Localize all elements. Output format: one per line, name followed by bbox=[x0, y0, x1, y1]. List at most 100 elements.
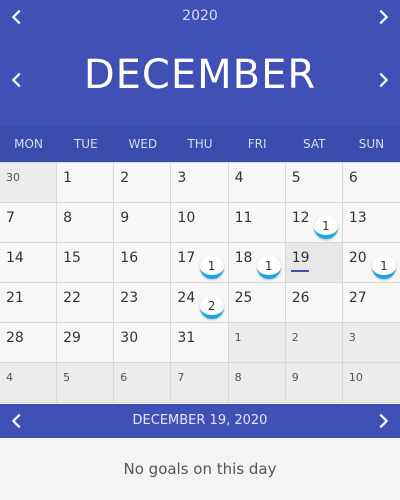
day-cell[interactable]: 31 bbox=[171, 323, 229, 363]
day-number: 6 bbox=[120, 371, 128, 384]
day-number: 20 bbox=[348, 250, 367, 266]
day-number: 15 bbox=[63, 250, 81, 266]
day-cell-outside-month[interactable]: 4 bbox=[0, 363, 58, 403]
day-number: 22 bbox=[63, 290, 81, 306]
day-cell[interactable]: 3 bbox=[171, 163, 229, 203]
day-number: 2 bbox=[120, 170, 130, 186]
goal-count-badge: 1 bbox=[256, 255, 281, 279]
day-cell[interactable]: 21 bbox=[0, 283, 58, 323]
next-month-chevron-right-icon[interactable] bbox=[372, 69, 394, 91]
day-cell[interactable]: 25 bbox=[228, 283, 286, 323]
calendar-day-grid: 30 1 2 3 4 5 6 7 8 9 10 11 12 1 13 14 15 16 17 1 18 1 19 20 1 21 2… bbox=[0, 162, 400, 403]
next-day-chevron-right-icon[interactable] bbox=[372, 410, 394, 432]
day-number: 8 bbox=[234, 371, 242, 384]
day-cell[interactable]: 9 bbox=[114, 203, 172, 243]
day-cell[interactable]: 1 bbox=[57, 163, 115, 203]
day-cell[interactable]: 5 bbox=[285, 163, 343, 203]
day-cell[interactable]: 22 bbox=[57, 283, 115, 323]
day-cell-outside-month[interactable]: 2 bbox=[285, 323, 343, 363]
selected-day-indicator bbox=[290, 270, 309, 272]
day-number: 9 bbox=[291, 371, 299, 384]
day-number: 3 bbox=[177, 170, 187, 186]
day-cell[interactable]: 11 bbox=[228, 203, 286, 243]
day-number: 14 bbox=[6, 250, 24, 266]
day-number: 29 bbox=[63, 330, 81, 346]
day-cell[interactable]: 16 bbox=[114, 243, 172, 283]
day-cell-outside-month[interactable]: 1 bbox=[228, 323, 286, 363]
day-number: 11 bbox=[234, 210, 253, 226]
year-navigator: 2020 bbox=[0, 0, 400, 36]
day-cell[interactable]: 8 bbox=[57, 203, 115, 243]
day-cell[interactable]: 17 1 bbox=[171, 243, 229, 283]
year-label: 2020 bbox=[182, 8, 218, 24]
day-number: 30 bbox=[6, 171, 20, 184]
weekday-header-row: MON TUE WED THU FRI SAT SUN bbox=[0, 126, 400, 162]
day-cell[interactable]: 7 bbox=[0, 203, 58, 243]
day-number: 28 bbox=[6, 330, 24, 346]
next-year-chevron-right-icon[interactable] bbox=[372, 6, 394, 28]
goal-count-badge: 2 bbox=[199, 295, 224, 319]
day-number: 17 bbox=[177, 250, 196, 266]
day-cell[interactable]: 24 2 bbox=[171, 283, 229, 323]
weekday-label: THU bbox=[187, 137, 213, 151]
day-number: 30 bbox=[120, 330, 139, 346]
day-number: 7 bbox=[177, 371, 185, 384]
day-number: 4 bbox=[234, 170, 244, 186]
day-number: 31 bbox=[177, 330, 196, 346]
day-number: 10 bbox=[348, 371, 363, 384]
day-cell[interactable]: 18 1 bbox=[228, 243, 286, 283]
day-cell-outside-month[interactable]: 7 bbox=[171, 363, 229, 403]
month-navigator: DECEMBER bbox=[0, 36, 400, 126]
day-cell-outside-month[interactable]: 6 bbox=[114, 363, 172, 403]
day-cell[interactable]: 29 bbox=[57, 323, 115, 363]
day-number: 1 bbox=[234, 331, 242, 344]
day-cell-outside-month[interactable]: 3 bbox=[342, 323, 400, 363]
day-cell[interactable]: 20 1 bbox=[342, 243, 400, 283]
day-number: 4 bbox=[6, 371, 13, 384]
day-number: 10 bbox=[177, 210, 196, 226]
day-cell-outside-month[interactable]: 8 bbox=[228, 363, 286, 403]
weekday-label: FRI bbox=[247, 137, 267, 151]
day-cell[interactable]: 26 bbox=[285, 283, 343, 323]
day-number: 1 bbox=[63, 170, 73, 186]
day-number: 25 bbox=[234, 290, 253, 306]
day-number: 5 bbox=[63, 371, 71, 384]
day-cell[interactable]: 28 bbox=[0, 323, 58, 363]
day-number: 12 bbox=[291, 210, 310, 226]
day-cell[interactable]: 30 bbox=[114, 323, 172, 363]
day-number: 21 bbox=[6, 290, 24, 306]
day-cell[interactable]: 10 bbox=[171, 203, 229, 243]
day-number: 2 bbox=[291, 331, 299, 344]
day-cell[interactable]: 13 bbox=[342, 203, 400, 243]
goal-count-badge: 1 bbox=[371, 255, 396, 279]
day-cell[interactable]: 4 bbox=[228, 163, 286, 203]
day-number: 5 bbox=[291, 170, 301, 186]
day-number: 27 bbox=[348, 290, 367, 306]
selected-date-bar: DECEMBER 19, 2020 bbox=[0, 404, 400, 438]
day-cell-selected[interactable]: 19 bbox=[285, 243, 343, 283]
day-cell[interactable]: 14 bbox=[0, 243, 58, 283]
day-cell[interactable]: 27 bbox=[342, 283, 400, 323]
goal-count-badge: 1 bbox=[199, 255, 224, 279]
day-number: 18 bbox=[234, 250, 253, 266]
day-cell-outside-month[interactable]: 30 bbox=[0, 163, 58, 203]
goal-calendar-app: 2020 DECEMBER MON TUE WED THU FRI SAT SU… bbox=[0, 0, 400, 486]
day-cell[interactable]: 23 bbox=[114, 283, 172, 323]
day-cell-outside-month[interactable]: 10 bbox=[342, 363, 400, 403]
day-cell[interactable]: 6 bbox=[342, 163, 400, 203]
weekday-label: MON bbox=[14, 137, 43, 151]
day-number: 6 bbox=[348, 170, 358, 186]
month-title: DECEMBER bbox=[83, 52, 317, 98]
goal-count-badge: 1 bbox=[313, 215, 338, 239]
day-number: 19 bbox=[291, 250, 310, 266]
day-cell-outside-month[interactable]: 9 bbox=[285, 363, 343, 403]
day-cell-outside-month[interactable]: 5 bbox=[57, 363, 115, 403]
day-cell[interactable]: 2 bbox=[114, 163, 172, 203]
weekday-label: SUN bbox=[358, 137, 385, 151]
day-cell[interactable]: 15 bbox=[57, 243, 115, 283]
weekday-label: TUE bbox=[73, 137, 98, 151]
calendar-header: 2020 DECEMBER MON TUE WED THU FRI SAT SU… bbox=[0, 0, 400, 162]
day-number: 23 bbox=[120, 290, 139, 306]
day-cell[interactable]: 12 1 bbox=[285, 203, 343, 243]
day-number: 8 bbox=[63, 210, 73, 226]
